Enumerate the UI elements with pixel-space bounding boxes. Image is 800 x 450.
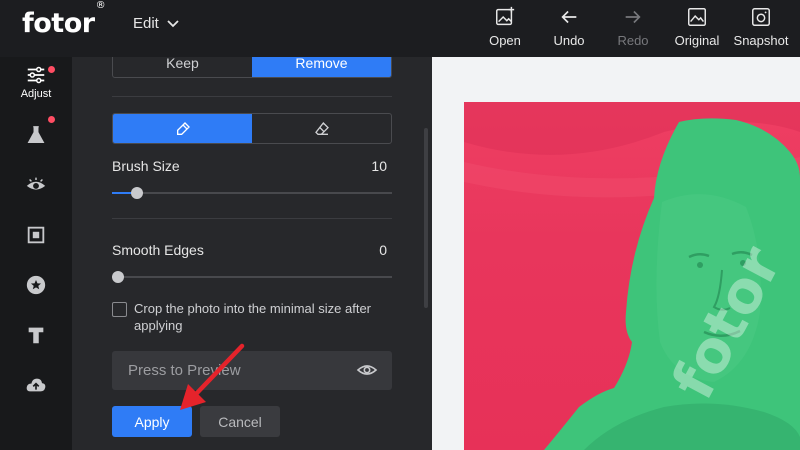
sidebar-item-adjust[interactable]: Adjust — [0, 62, 72, 102]
cloud-upload-icon — [26, 378, 46, 392]
divider — [112, 96, 392, 97]
snapshot-label: Snapshot — [733, 33, 789, 48]
edit-menu-label: Edit — [133, 15, 159, 32]
image-plus-icon — [496, 6, 515, 26]
redo-button[interactable]: Redo — [601, 6, 665, 52]
smooth-edges-slider[interactable] — [112, 271, 392, 283]
open-button[interactable]: Open — [473, 6, 537, 52]
sidebar-item-upload[interactable] — [0, 365, 72, 405]
eraser-button[interactable] — [252, 114, 391, 143]
keep-remove-toggle: Keep Remove — [112, 57, 392, 78]
brush-eraser-toggle — [112, 113, 392, 144]
text-icon — [28, 327, 44, 344]
background-remover-panel: Keep Remove Brush Size 10 Smooth Edges 0… — [72, 57, 432, 450]
eye-icon — [26, 177, 46, 190]
chevron-down-icon — [167, 19, 179, 27]
smooth-edges-label: Smooth Edges — [112, 242, 204, 258]
open-label: Open — [489, 33, 521, 48]
crop-minimal-label[interactable]: Crop the photo into the minimal size aft… — [134, 300, 404, 334]
undo-label: Undo — [553, 33, 585, 48]
camera-icon — [752, 8, 770, 26]
sliders-icon — [27, 66, 45, 84]
brush-size-label: Brush Size — [112, 158, 180, 174]
image-icon — [688, 8, 706, 26]
sidebar-item-frames[interactable] — [0, 215, 72, 255]
brush-button[interactable] — [113, 114, 252, 143]
crop-minimal-checkbox[interactable] — [112, 302, 127, 317]
edit-menu[interactable]: Edit — [133, 15, 179, 32]
notification-badge — [48, 116, 55, 123]
top-bar: fotor® Edit Open Undo Redo Original Snap… — [0, 0, 800, 57]
notification-badge — [48, 66, 55, 73]
sidebar-item-effects[interactable] — [0, 115, 72, 155]
original-label: Original — [674, 33, 720, 48]
star-icon — [26, 275, 46, 295]
snapshot-button[interactable]: Snapshot — [729, 6, 793, 52]
arrow-right-icon — [625, 10, 641, 24]
sidebar-item-beauty[interactable] — [0, 165, 72, 205]
photo-preview[interactable]: fotor — [464, 102, 800, 450]
brush-size-value: 10 — [371, 158, 387, 174]
keep-button[interactable]: Keep — [113, 57, 252, 77]
eraser-icon — [314, 121, 329, 135]
undo-button[interactable]: Undo — [537, 6, 601, 52]
brush-size-slider-handle[interactable] — [131, 187, 143, 199]
photo-content: fotor — [464, 102, 800, 450]
left-icon-bar: Adjust — [0, 57, 72, 450]
redo-label: Redo — [617, 33, 649, 48]
sidebar-item-stickers[interactable] — [0, 265, 72, 305]
arrow-left-icon — [561, 10, 577, 24]
photo-canvas[interactable]: fotor — [432, 57, 800, 450]
smooth-edges-value: 0 — [379, 242, 387, 258]
press-to-preview-button[interactable]: Press to Preview — [112, 351, 392, 390]
divider — [112, 218, 392, 219]
brush-size-slider[interactable] — [112, 187, 392, 199]
original-button[interactable]: Original — [665, 6, 729, 52]
red-arrow-annotation — [180, 343, 245, 410]
brush-icon — [176, 121, 190, 135]
sidebar-item-adjust-label: Adjust — [20, 88, 52, 100]
flask-icon — [27, 126, 45, 143]
frame-icon — [27, 226, 45, 244]
sidebar-item-text[interactable] — [0, 315, 72, 355]
panel-scrollbar[interactable] — [424, 128, 428, 308]
fotor-logo[interactable]: fotor® — [22, 0, 106, 39]
eye-icon — [356, 365, 378, 375]
smooth-edges-slider-handle[interactable] — [112, 271, 124, 283]
remove-button[interactable]: Remove — [252, 57, 391, 77]
